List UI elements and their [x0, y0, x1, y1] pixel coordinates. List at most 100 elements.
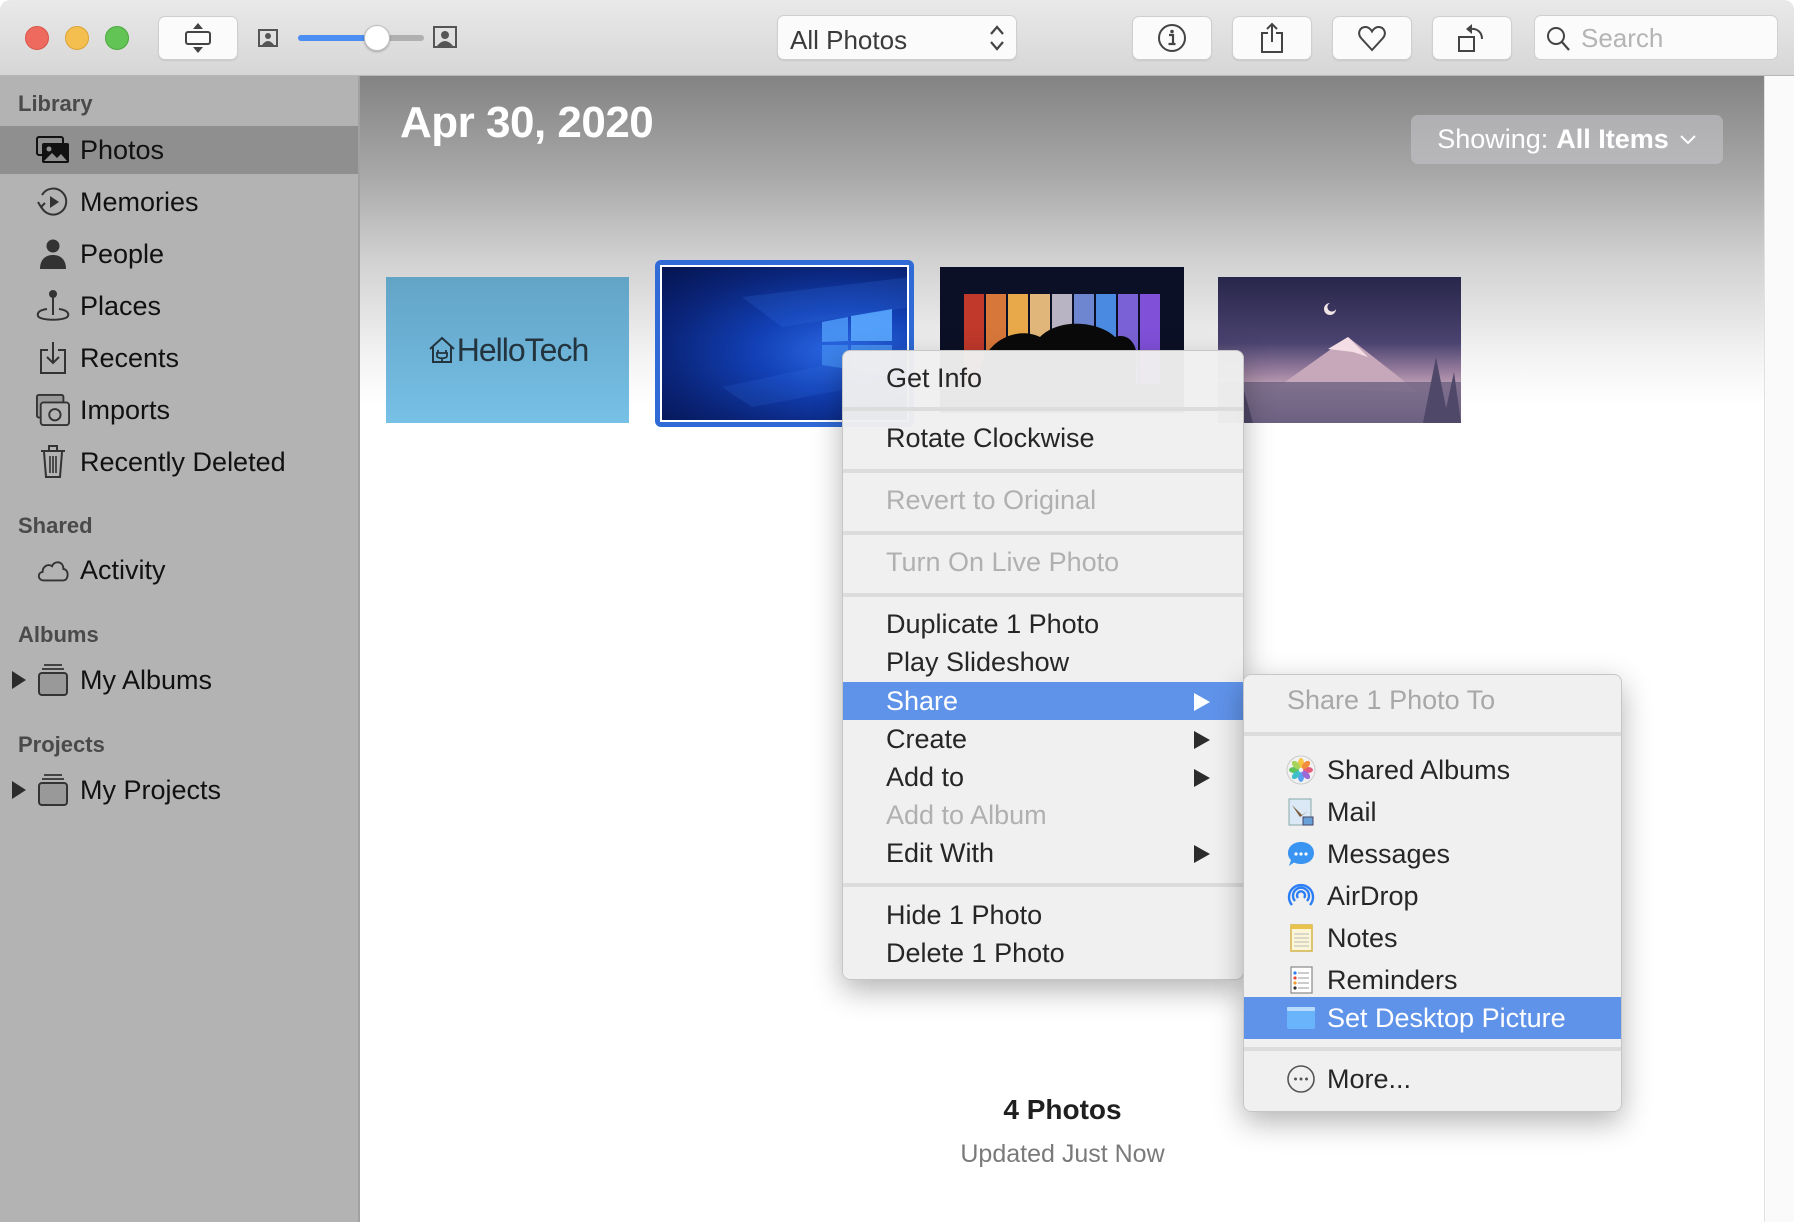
share-button[interactable]	[1232, 16, 1312, 60]
share-item-reminders[interactable]: Reminders	[1244, 959, 1621, 1001]
sidebar-item-activity[interactable]: Activity	[0, 546, 358, 594]
hellotech-logo: HelloTech	[427, 332, 589, 369]
menu-separator	[1244, 1047, 1621, 1051]
folder-stack-icon	[36, 664, 70, 696]
menu-item-add-to-album: Add to Album	[886, 800, 1047, 830]
mountain-landscape-image	[1218, 303, 1461, 423]
sidebar-item-memories[interactable]: Memories	[0, 178, 358, 226]
menu-item-hide[interactable]: Hide 1 Photo	[843, 896, 1243, 934]
search-field[interactable]	[1534, 15, 1778, 60]
share-icon	[1261, 22, 1283, 53]
sidebar-item-recently-deleted[interactable]: Recently Deleted	[0, 438, 358, 486]
photo-count: 4 Photos	[1003, 1094, 1122, 1125]
date-title: Apr 30, 2020	[400, 98, 654, 147]
showing-value: All Items	[1556, 124, 1669, 154]
menu-item-share[interactable]: Share	[843, 682, 1243, 720]
up-down-chevron-icon	[990, 25, 1004, 51]
search-icon	[1547, 27, 1570, 51]
sidebar-item-photos[interactable]: Photos	[0, 126, 358, 174]
menu-item-create[interactable]: Create	[843, 720, 1243, 758]
rotate-icon	[1458, 24, 1483, 52]
disclosure-triangle-icon[interactable]	[12, 671, 26, 689]
photo-thumbnail[interactable]: HelloTech	[386, 277, 629, 423]
search-input[interactable]	[1581, 22, 1771, 54]
minimize-button[interactable]	[65, 26, 89, 50]
disclosure-triangle-icon[interactable]	[12, 781, 26, 799]
info-button[interactable]	[1132, 16, 1212, 60]
menu-item-duplicate[interactable]: Duplicate 1 Photo	[843, 605, 1243, 643]
share-item-airdrop[interactable]: AirDrop	[1244, 875, 1621, 917]
sidebar-item-label: Places	[80, 290, 162, 321]
reminders-app-icon	[1290, 966, 1313, 994]
notes-app-icon	[1290, 924, 1313, 952]
share-item-mail[interactable]: Mail	[1244, 791, 1621, 833]
close-button[interactable]	[25, 26, 49, 50]
share-item-more[interactable]: More...	[1244, 1058, 1621, 1100]
menu-item-turn-on-live-photo: Turn On Live Photo	[886, 547, 1120, 577]
menu-separator	[843, 469, 1243, 473]
submenu-arrow-icon	[1194, 731, 1210, 749]
scrollbar[interactable]	[1764, 76, 1794, 1222]
menu-separator	[1244, 732, 1621, 736]
photos-app-icon	[1286, 755, 1316, 785]
share-item-set-desktop-picture[interactable]: Set Desktop Picture	[1244, 997, 1621, 1039]
chevron-down-icon	[1680, 134, 1696, 144]
sidebar-item-my-projects[interactable]: My Projects	[0, 766, 358, 814]
menu-separator	[843, 593, 1243, 597]
showing-filter-button[interactable]: Showing: All Items	[1411, 115, 1723, 164]
submenu-arrow-icon	[1194, 769, 1210, 787]
section-library: Library	[18, 91, 93, 116]
rotate-button[interactable]	[1432, 16, 1512, 60]
camera-icon	[36, 393, 70, 427]
share-submenu: Share 1 Photo To Shared Albums Mail Mess…	[1243, 674, 1622, 1112]
sidebar-item-label: My Projects	[80, 774, 222, 805]
pin-icon	[36, 290, 70, 322]
section-projects: Projects	[18, 732, 105, 757]
menu-item-revert-to-original: Revert to Original	[886, 485, 1097, 515]
airdrop-icon	[1287, 883, 1315, 906]
menu-separator	[843, 531, 1243, 535]
messages-app-icon	[1288, 842, 1314, 866]
menu-item-delete[interactable]: Delete 1 Photo	[843, 934, 1243, 972]
context-menu: Get Info Rotate Clockwise Revert to Orig…	[842, 350, 1244, 980]
section-shared: Shared	[18, 513, 93, 538]
thumbnail-size-slider[interactable]	[298, 25, 424, 51]
desktop-picture-icon	[1287, 1007, 1315, 1029]
sidebar-item-people[interactable]: People	[0, 230, 358, 278]
fit-toggle-button[interactable]	[158, 16, 238, 60]
info-icon	[1158, 24, 1186, 52]
sidebar-item-label: Memories	[80, 186, 199, 217]
toolbar: All Photos	[0, 0, 1794, 76]
sidebar-item-label: Recently Deleted	[80, 446, 286, 477]
sidebar-item-recents[interactable]: Recents	[0, 334, 358, 382]
sidebar-item-label: Photos	[80, 134, 165, 165]
share-item-messages[interactable]: Messages	[1244, 833, 1621, 875]
menu-item-play-slideshow[interactable]: Play Slideshow	[843, 643, 1243, 681]
photos-icon	[36, 134, 70, 166]
section-albums: Albums	[18, 622, 99, 647]
share-item-shared-albums[interactable]: Shared Albums	[1244, 749, 1621, 791]
sidebar-item-label: Imports	[80, 394, 171, 425]
favorite-button[interactable]	[1332, 16, 1412, 60]
share-item-notes[interactable]: Notes	[1244, 917, 1621, 959]
sidebar-item-places[interactable]: Places	[0, 282, 358, 330]
import-tray-icon	[36, 342, 70, 374]
sidebar-item-label: People	[80, 238, 165, 269]
showing-label: Showing:	[1437, 124, 1549, 154]
sidebar-item-my-albums[interactable]: My Albums	[0, 656, 358, 704]
sidebar-item-imports[interactable]: Imports	[0, 386, 358, 434]
memories-icon	[36, 186, 70, 218]
menu-item-rotate-clockwise[interactable]: Rotate Clockwise	[843, 413, 1243, 467]
slider-thumb[interactable]	[364, 25, 391, 51]
large-photo-icon	[433, 26, 457, 48]
menu-item-edit-with[interactable]: Edit With	[843, 834, 1243, 872]
submenu-header: Share 1 Photo To	[1287, 685, 1496, 715]
zoom-button[interactable]	[105, 26, 129, 50]
photo-thumbnail[interactable]	[1218, 277, 1461, 423]
view-popup-label: All Photos	[790, 25, 908, 55]
view-popup[interactable]: All Photos	[777, 15, 1017, 60]
menu-item-get-info[interactable]: Get Info	[843, 355, 1243, 405]
submenu-arrow-icon	[1194, 845, 1210, 863]
menu-item-add-to[interactable]: Add to	[843, 758, 1243, 796]
sync-status: Updated Just Now	[960, 1140, 1165, 1168]
